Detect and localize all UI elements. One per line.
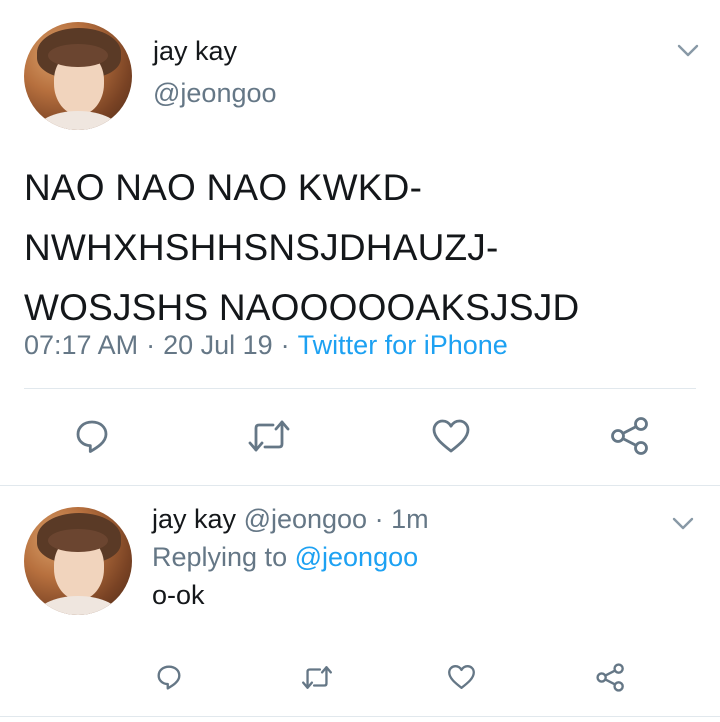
avatar[interactable] [24,22,132,130]
avatar[interactable] [24,507,132,615]
divider [0,485,720,486]
tweet-text-line: NWHXHSHHSNSJDHAUZJ- [24,227,499,268]
tweet-text: NAO NAO NAO KWKD- NWHXHSHHSNSJDHAUZJ- WO… [24,158,704,338]
author-name[interactable]: jay kay [153,36,237,67]
like-icon [447,665,475,689]
like-button[interactable] [444,660,478,694]
author-name[interactable]: jay kay [152,504,236,534]
share-button[interactable] [606,412,654,460]
tweet-text-line: NAO NAO NAO KWKD- [24,167,423,208]
tweet-text-line: WOSJSHS NAOOOOOAKSJSJD [24,287,580,328]
share-icon [611,417,648,455]
retweet-icon [302,665,332,689]
chevron-down-icon[interactable] [672,517,694,531]
replying-to-label: Replying to [152,542,288,572]
reply-icon [157,665,181,690]
tweet-source-link[interactable]: Twitter for iPhone [298,330,508,360]
tweet-time-ago: 1m [391,504,429,534]
meta-separator: · [374,504,384,534]
replying-to-mention[interactable]: @jeongoo [295,542,419,572]
share-icon [595,662,624,692]
replying-to: Replying to @jeongoo [152,542,418,573]
reply-button[interactable] [70,414,114,458]
share-button[interactable] [592,659,628,695]
author-handle[interactable]: @jeongoo [244,504,368,534]
divider [24,388,696,389]
author-handle[interactable]: @jeongoo [153,78,277,109]
retweet-button[interactable] [298,660,336,694]
reply-header: jay kay @jeongoo · 1m [152,504,429,535]
retweet-icon [248,420,290,452]
meta-separator: · [280,330,290,360]
meta-separator: · [146,330,156,360]
retweet-button[interactable] [244,414,294,458]
like-icon [432,419,470,453]
chevron-down-icon[interactable] [677,44,699,58]
reply-icon [76,420,108,453]
divider [0,716,720,717]
reply-button[interactable] [152,660,186,694]
like-button[interactable] [428,414,474,458]
tweet-time: 07:17 AM [24,330,139,360]
tweet-text: o-ok [152,580,205,610]
tweet-meta: 07:17 AM · 20 Jul 19 · Twitter for iPhone [24,330,508,361]
tweet-date: 20 Jul 19 [163,330,273,360]
